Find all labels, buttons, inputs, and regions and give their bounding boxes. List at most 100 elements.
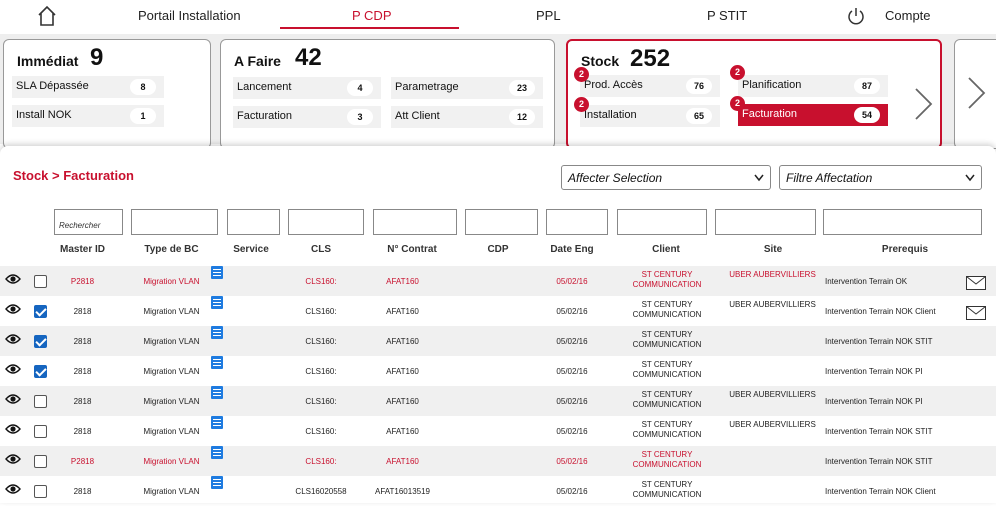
column-header-cdp[interactable]: CDP	[475, 244, 521, 255]
pill-parametrage[interactable]: Parametrage 23	[391, 77, 543, 99]
pill-installation[interactable]: Installation 65	[580, 105, 720, 127]
table-row[interactable]: P2818 Migration VLAN CLS160: AFAT160 05/02/1…	[0, 446, 996, 476]
pill-prod-acces[interactable]: Prod. Accès 76	[580, 75, 720, 97]
table-row[interactable]: 2818 Migration VLAN CLS160: AFAT160 05/02/16…	[0, 356, 996, 386]
filter-type-bc[interactable]	[131, 209, 218, 235]
pill-value: 3	[347, 109, 373, 125]
cell-cls: CLS160:	[305, 457, 337, 466]
card-title: A Faire	[234, 53, 281, 69]
document-icon[interactable]	[211, 356, 223, 369]
chevron-right-icon[interactable]	[912, 87, 934, 121]
cell-type-bc: Migration VLAN	[143, 367, 200, 376]
table-row[interactable]: 2818 Migration VLAN CLS160: AFAT160 05/02/16…	[0, 326, 996, 356]
table-row[interactable]: 2818 Migration VLAN CLS160: AFAT160 05/02/16…	[0, 296, 996, 326]
filter-site[interactable]	[715, 209, 816, 235]
row-checkbox[interactable]	[34, 365, 47, 378]
column-header-cls[interactable]: CLS	[290, 244, 352, 255]
column-header-service[interactable]: Service	[225, 244, 277, 255]
home-icon[interactable]	[36, 5, 58, 27]
chevron-right-icon[interactable]	[965, 76, 987, 110]
pill-value: 54	[854, 107, 880, 123]
column-header-site[interactable]: Site	[745, 244, 801, 255]
power-icon[interactable]	[846, 6, 866, 26]
card-next[interactable]	[954, 39, 996, 149]
filter-cls[interactable]	[288, 209, 364, 235]
row-checkbox[interactable]	[34, 485, 47, 498]
filter-prerequis[interactable]	[823, 209, 982, 235]
pill-label: Installation	[584, 109, 637, 121]
filtre-affectation-select[interactable]: Filtre Affectation	[779, 165, 982, 190]
filter-cdp[interactable]	[465, 209, 538, 235]
document-icon[interactable]	[211, 326, 223, 339]
row-checkbox[interactable]	[34, 335, 47, 348]
cell-prerequis: Intervention Terrain NOK Client	[825, 307, 936, 316]
row-checkbox[interactable]	[34, 425, 47, 438]
card-a-faire[interactable]: A Faire 42 Lancement 4 Parametrage 23 Fa…	[220, 39, 555, 149]
eye-icon[interactable]	[5, 423, 21, 435]
table-row[interactable]: 2818 Migration VLAN CLS160: AFAT160 05/02/16…	[0, 416, 996, 446]
table-row[interactable]: 2818 Migration VLAN CLS16020558 AFAT1601351…	[0, 476, 996, 506]
document-icon[interactable]	[211, 296, 223, 309]
pill-planification[interactable]: Planification 87	[738, 75, 888, 97]
row-checkbox[interactable]	[34, 395, 47, 408]
pill-att-client[interactable]: Att Client 12	[391, 106, 543, 128]
tab-p-cdp[interactable]: P CDP	[352, 8, 392, 23]
pill-facturation-selected[interactable]: Facturation 54	[738, 104, 888, 126]
select-label: Affecter Selection	[568, 171, 663, 185]
mail-icon[interactable]	[966, 306, 986, 320]
cell-type-bc: Migration VLAN	[143, 307, 200, 316]
cell-site: UBER AUBERVILLIERS	[729, 390, 816, 399]
column-header-prerequis[interactable]: Prerequis	[862, 244, 948, 255]
document-icon[interactable]	[211, 266, 223, 279]
column-header-date-eng[interactable]: Date Eng	[543, 244, 601, 255]
eye-icon[interactable]	[5, 393, 21, 405]
pill-value: 1	[130, 108, 156, 124]
table-row[interactable]: P2818 Migration VLAN CLS160: AFAT160 05/02/1…	[0, 266, 996, 296]
card-count: 42	[295, 44, 322, 71]
pill-facturation[interactable]: Facturation 3	[233, 106, 381, 128]
mail-icon[interactable]	[966, 276, 986, 290]
filter-contrat[interactable]	[373, 209, 457, 235]
card-immediat[interactable]: Immédiat 9 SLA Dépassée 8 Install NOK 1	[3, 39, 211, 149]
pill-lancement[interactable]: Lancement 4	[233, 77, 381, 99]
chevron-down-icon	[754, 174, 764, 182]
chevron-down-icon	[965, 174, 975, 182]
notification-badge: 2	[730, 96, 745, 111]
column-header-type-bc[interactable]: Type de BC	[133, 244, 210, 255]
column-header-client[interactable]: Client	[630, 244, 702, 255]
tab-portail-installation[interactable]: Portail Installation	[138, 8, 241, 23]
cell-cls: CLS160:	[305, 277, 337, 286]
cell-contrat: AFAT160	[386, 277, 419, 286]
cell-contrat: AFAT160	[386, 427, 419, 436]
document-icon[interactable]	[211, 416, 223, 429]
column-header-master-id[interactable]: Master ID	[54, 244, 111, 255]
tab-ppl[interactable]: PPL	[536, 8, 561, 23]
filter-date-eng[interactable]	[546, 209, 608, 235]
eye-icon[interactable]	[5, 363, 21, 375]
table-row[interactable]: 2818 Migration VLAN CLS160: AFAT160 05/02/16…	[0, 386, 996, 416]
row-checkbox[interactable]	[34, 275, 47, 288]
eye-icon[interactable]	[5, 453, 21, 465]
search-input[interactable]	[54, 209, 123, 235]
card-stock[interactable]: Stock 252 Prod. Accès 76 2 Planification…	[566, 39, 942, 149]
filter-client[interactable]	[617, 209, 707, 235]
affecter-selection-select[interactable]: Affecter Selection	[561, 165, 771, 190]
row-checkbox[interactable]	[34, 455, 47, 468]
document-icon[interactable]	[211, 386, 223, 399]
cell-client-line2: COMMUNICATION	[632, 340, 702, 349]
row-checkbox[interactable]	[34, 305, 47, 318]
account-link[interactable]: Compte	[885, 8, 931, 23]
eye-icon[interactable]	[5, 303, 21, 315]
document-icon[interactable]	[211, 476, 223, 489]
pill-install-nok[interactable]: Install NOK 1	[12, 105, 164, 127]
card-count: 9	[90, 44, 104, 71]
eye-icon[interactable]	[5, 483, 21, 495]
document-icon[interactable]	[211, 446, 223, 459]
cell-site: UBER AUBERVILLIERS	[729, 270, 816, 279]
eye-icon[interactable]	[5, 333, 21, 345]
filter-service[interactable]	[227, 209, 280, 235]
tab-p-stit[interactable]: P STIT	[707, 8, 747, 23]
pill-sla-depassee[interactable]: SLA Dépassée 8	[12, 76, 164, 98]
column-header-contrat[interactable]: N° Contrat	[378, 244, 446, 255]
eye-icon[interactable]	[5, 273, 21, 285]
